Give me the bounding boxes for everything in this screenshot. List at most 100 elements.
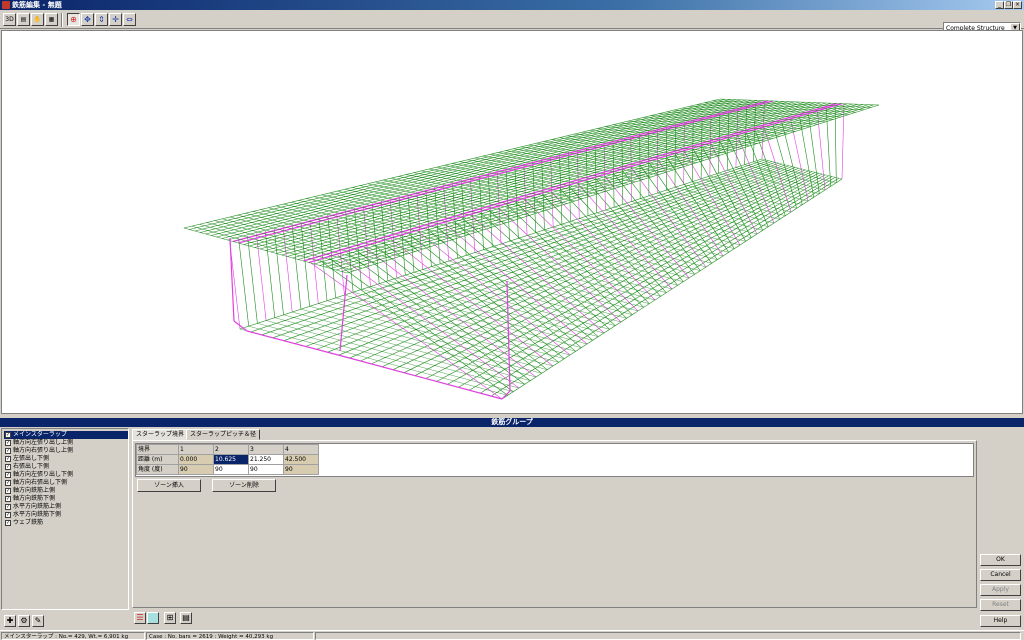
stirrup-bar: [753, 102, 756, 162]
stirrup-bar: [808, 114, 820, 194]
grid-row-label: 角度 (度): [136, 464, 179, 475]
rebar-group-item[interactable]: ✓ 軸方向左張り出し上側: [4, 439, 128, 447]
section-outline: [341, 355, 503, 400]
group-settings-icon[interactable]: ⚙: [18, 615, 30, 627]
checkbox[interactable]: ✓: [5, 471, 11, 478]
rebar-group-label: 軸方向右張出し下側: [13, 479, 68, 486]
grid-header-cell: 1: [178, 444, 214, 455]
apply-button[interactable]: Apply: [980, 584, 1021, 596]
checkbox[interactable]: ✓: [5, 455, 11, 462]
title-bar: 鉄筋編集 - 無題 _ ❐ ×: [0, 0, 1024, 10]
rebar-group-item[interactable]: ✓ 軸方向鉄筋下側: [4, 495, 128, 503]
grid-header-cell: 3: [248, 444, 284, 455]
reset-button[interactable]: Reset: [980, 599, 1021, 611]
tab-stirrup-pitch-diameter[interactable]: スターラップピッチ＆径: [186, 429, 261, 440]
boundary-grid: 境界 1 2 3 4 距離 (m) 0.000 10.625 21.250 42…: [136, 444, 319, 475]
grid-cell-selected[interactable]: 10.625: [213, 454, 249, 465]
rebar-group-label: 水平方向鉄筋上側: [13, 503, 62, 510]
status-empty: [315, 632, 1021, 640]
rebar-group-item[interactable]: ✓ 水平方向鉄筋上側: [4, 503, 128, 511]
close-button[interactable]: ×: [1013, 1, 1022, 9]
3d-viewport[interactable]: [1, 30, 1023, 414]
minimize-button[interactable]: _: [995, 1, 1004, 9]
app-window: 鉄筋編集 - 無題 _ ❐ × 3D ▤ ✋ ▦ ⊕ ✥ ⇕ ✛ ⇔ Compl…: [0, 0, 1024, 640]
fit-view-icon[interactable]: ⇔: [123, 13, 136, 26]
window-title: 鉄筋編集 - 無題: [12, 1, 62, 9]
status-case-info: Case : No. bars = 2619 : Weight = 40,293…: [146, 632, 314, 640]
stirrup-bar: [328, 257, 514, 392]
checkbox[interactable]: ✓: [5, 431, 11, 438]
table-view-icon[interactable]: ☰: [134, 612, 146, 624]
grid-cell[interactable]: 90: [213, 464, 249, 475]
stirrup-bar: [559, 154, 563, 225]
help-button[interactable]: Help: [980, 615, 1021, 627]
rebar-group-item[interactable]: ✓ 左張出し下側: [4, 455, 128, 463]
checkbox[interactable]: ✓: [5, 495, 11, 502]
deck-transverse-bar: [191, 225, 355, 271]
checkbox[interactable]: ✓: [5, 463, 11, 470]
grid-cell[interactable]: 0.000: [178, 454, 214, 465]
stirrup-bar: [559, 188, 661, 297]
grid-cell[interactable]: 90: [283, 464, 319, 475]
zone-delete-button[interactable]: ゾーン削除: [212, 479, 276, 492]
hand-icon[interactable]: ✋: [31, 13, 44, 26]
grid-row-distance: 距離 (m) 0.000 10.625 21.250 42.500: [136, 454, 319, 465]
checkbox[interactable]: ✓: [5, 447, 11, 454]
checkbox[interactable]: ✓: [5, 511, 11, 518]
grid-cell[interactable]: 42.500: [283, 454, 319, 465]
rebar-group-item[interactable]: ✓ 軸方向左張り出し下側: [4, 471, 128, 479]
rebar-group-item[interactable]: ✓ メインスターラップ: [4, 431, 128, 439]
export-icon[interactable]: ⊞: [164, 612, 176, 624]
rebar-model-render: [183, 98, 880, 400]
grid-cell[interactable]: 90: [248, 464, 284, 475]
rotate-icon[interactable]: ✥: [81, 13, 94, 26]
zoom-icon[interactable]: ⇕: [95, 13, 108, 26]
tab-panel: 境界 1 2 3 4 距離 (m) 0.000 10.625 21.250 42…: [132, 440, 977, 608]
view-3d-button[interactable]: 3D: [3, 13, 16, 26]
ok-button[interactable]: OK: [980, 554, 1021, 566]
rebar-group-label: 軸方向左張り出し下側: [13, 471, 74, 478]
stirrup-bar: [238, 238, 249, 327]
stirrup-bar: [444, 222, 588, 345]
checkbox[interactable]: ✓: [5, 439, 11, 446]
rebar-group-item[interactable]: ✓ 軸方向右張出し下側: [4, 479, 128, 487]
maximize-button[interactable]: ❐: [1004, 1, 1013, 9]
rebar-group-label: 軸方向鉄筋下側: [13, 495, 56, 502]
toolbar: 3D ▤ ✋ ▦ ⊕ ✥ ⇕ ✛ ⇔ Complete Structure ▼: [0, 10, 1024, 34]
checkbox[interactable]: ✓: [5, 487, 11, 494]
rebar-group-label: 右張出し下側: [13, 463, 50, 470]
pan-icon[interactable]: ✛: [109, 13, 122, 26]
cancel-button[interactable]: Cancel: [980, 569, 1021, 581]
grid-row-angle: 角度 (度) 90 90 90 90: [136, 464, 319, 475]
camera-icon[interactable]: ▦: [45, 13, 58, 26]
grid-cell[interactable]: 90: [178, 464, 214, 475]
grid-header-cell: 境界: [136, 444, 179, 455]
section-outline: [246, 330, 343, 357]
status-bar: メインスターラップ : No.= 429, Wt.= 6,901 kg Case…: [0, 630, 1024, 640]
grid-cell[interactable]: 21.250: [248, 454, 284, 465]
stirrup-bar: [248, 326, 508, 396]
print-icon[interactable]: ▤: [17, 13, 30, 26]
rebar-group-item[interactable]: ✓ ウェブ鉄筋: [4, 519, 128, 527]
checkbox[interactable]: ✓: [5, 479, 11, 486]
rebar-group-label: ウェブ鉄筋: [13, 519, 44, 526]
rebar-group-item[interactable]: ✓ 軸方向鉄筋上側: [4, 487, 128, 495]
stirrup-bar: [841, 103, 845, 180]
rebar-group-item[interactable]: ✓ 軸方向右張り出し上側: [4, 447, 128, 455]
stirrup-bar: [532, 196, 644, 308]
zone-insert-button[interactable]: ゾーン挿入: [137, 479, 201, 492]
print-icon[interactable]: ▤: [180, 612, 192, 624]
rebar-group-item[interactable]: ✓ 右張出し下側: [4, 463, 128, 471]
select-arrow-icon[interactable]: ⊕: [67, 13, 80, 26]
stirrup-bar: [487, 172, 493, 247]
checkbox[interactable]: ✓: [5, 503, 11, 510]
stirrup-bar: [257, 323, 514, 392]
color-icon[interactable]: [147, 612, 159, 624]
add-icon[interactable]: ✚: [4, 615, 16, 627]
rebar-group-item[interactable]: ✓ 水平方向鉄筋下側: [4, 511, 128, 519]
rebar-group-label: 軸方向鉄筋上側: [13, 487, 56, 494]
stirrup-bar: [761, 100, 765, 160]
checkbox[interactable]: ✓: [5, 519, 11, 526]
edit-icon[interactable]: ✎: [32, 615, 44, 627]
rebar-group-list[interactable]: ✓ メインスターラップ ✓ 軸方向左張り出し上側 ✓ 軸方向右張り出し上側 ✓ 左張出し下側 ✓…: [1, 428, 129, 610]
